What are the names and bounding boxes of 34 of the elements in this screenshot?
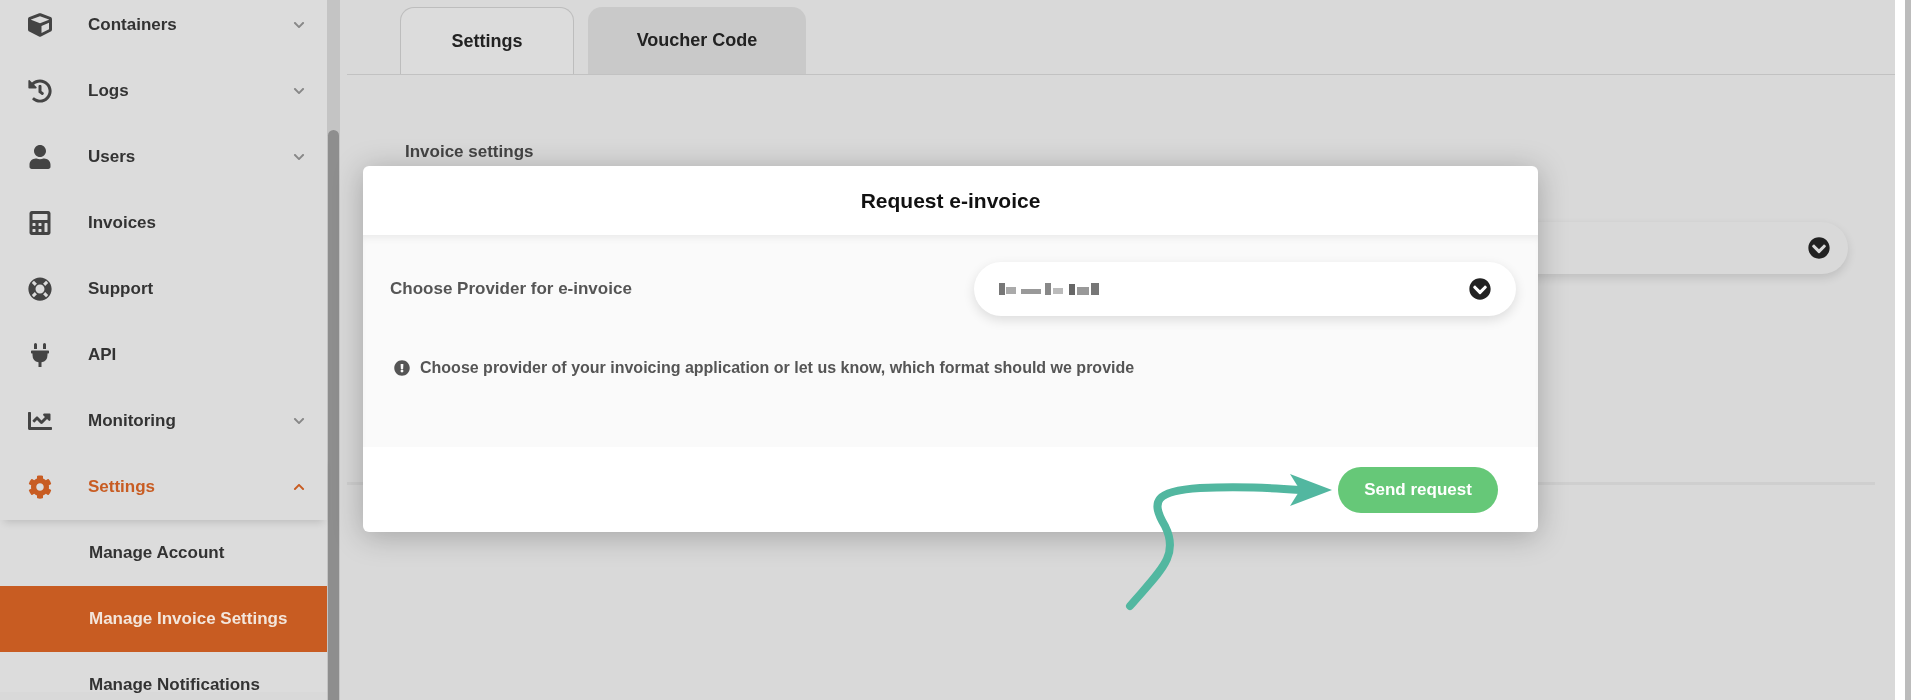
provider-select[interactable] bbox=[974, 262, 1516, 316]
sidebar-item[interactable]: Support bbox=[0, 256, 327, 322]
chart-line-icon bbox=[28, 409, 52, 433]
chevron-down-icon[interactable] bbox=[293, 85, 305, 97]
history-icon bbox=[28, 79, 52, 103]
tab[interactable]: Voucher Code bbox=[588, 7, 806, 74]
chevron-up-icon[interactable] bbox=[293, 481, 305, 493]
settings-icon bbox=[28, 475, 52, 499]
lifebuoy-icon bbox=[28, 277, 52, 301]
sidebar-item[interactable]: Containers bbox=[0, 0, 327, 58]
tab[interactable]: Settings bbox=[400, 7, 574, 74]
chevron-down-icon bbox=[1469, 278, 1491, 300]
cube-icon bbox=[28, 13, 52, 37]
sidebar-item[interactable]: Monitoring bbox=[0, 388, 327, 454]
submenu-item[interactable]: Manage Account bbox=[0, 520, 327, 586]
sidebar-item[interactable]: Invoices bbox=[0, 190, 327, 256]
chevron-down-icon[interactable] bbox=[293, 151, 305, 163]
sidebar-item[interactable]: Logs bbox=[0, 58, 327, 124]
scrollbar[interactable] bbox=[327, 0, 340, 700]
chevron-down-icon[interactable] bbox=[293, 415, 305, 427]
modal-title: Request e-invoice bbox=[860, 187, 1041, 214]
chevron-down-icon bbox=[1808, 236, 1830, 259]
field-label: Choose Provider for e-invoice bbox=[390, 278, 633, 301]
hint-text: Choose provider of your invoicing application or let us know, which format should we provide bbox=[420, 358, 1135, 378]
section-heading: Invoice settings bbox=[405, 141, 535, 163]
submenu-item[interactable]: Manage Notifications bbox=[0, 652, 327, 700]
calculator-icon bbox=[28, 211, 52, 235]
user-icon bbox=[28, 145, 52, 169]
chevron-down-icon[interactable] bbox=[293, 19, 305, 31]
sidebar-item[interactable]: API bbox=[0, 322, 327, 388]
plug-icon bbox=[28, 343, 52, 367]
scrollbar-thumb[interactable] bbox=[328, 130, 339, 700]
sidebar-item[interactable]: Users bbox=[0, 124, 327, 190]
info-icon bbox=[394, 360, 410, 376]
